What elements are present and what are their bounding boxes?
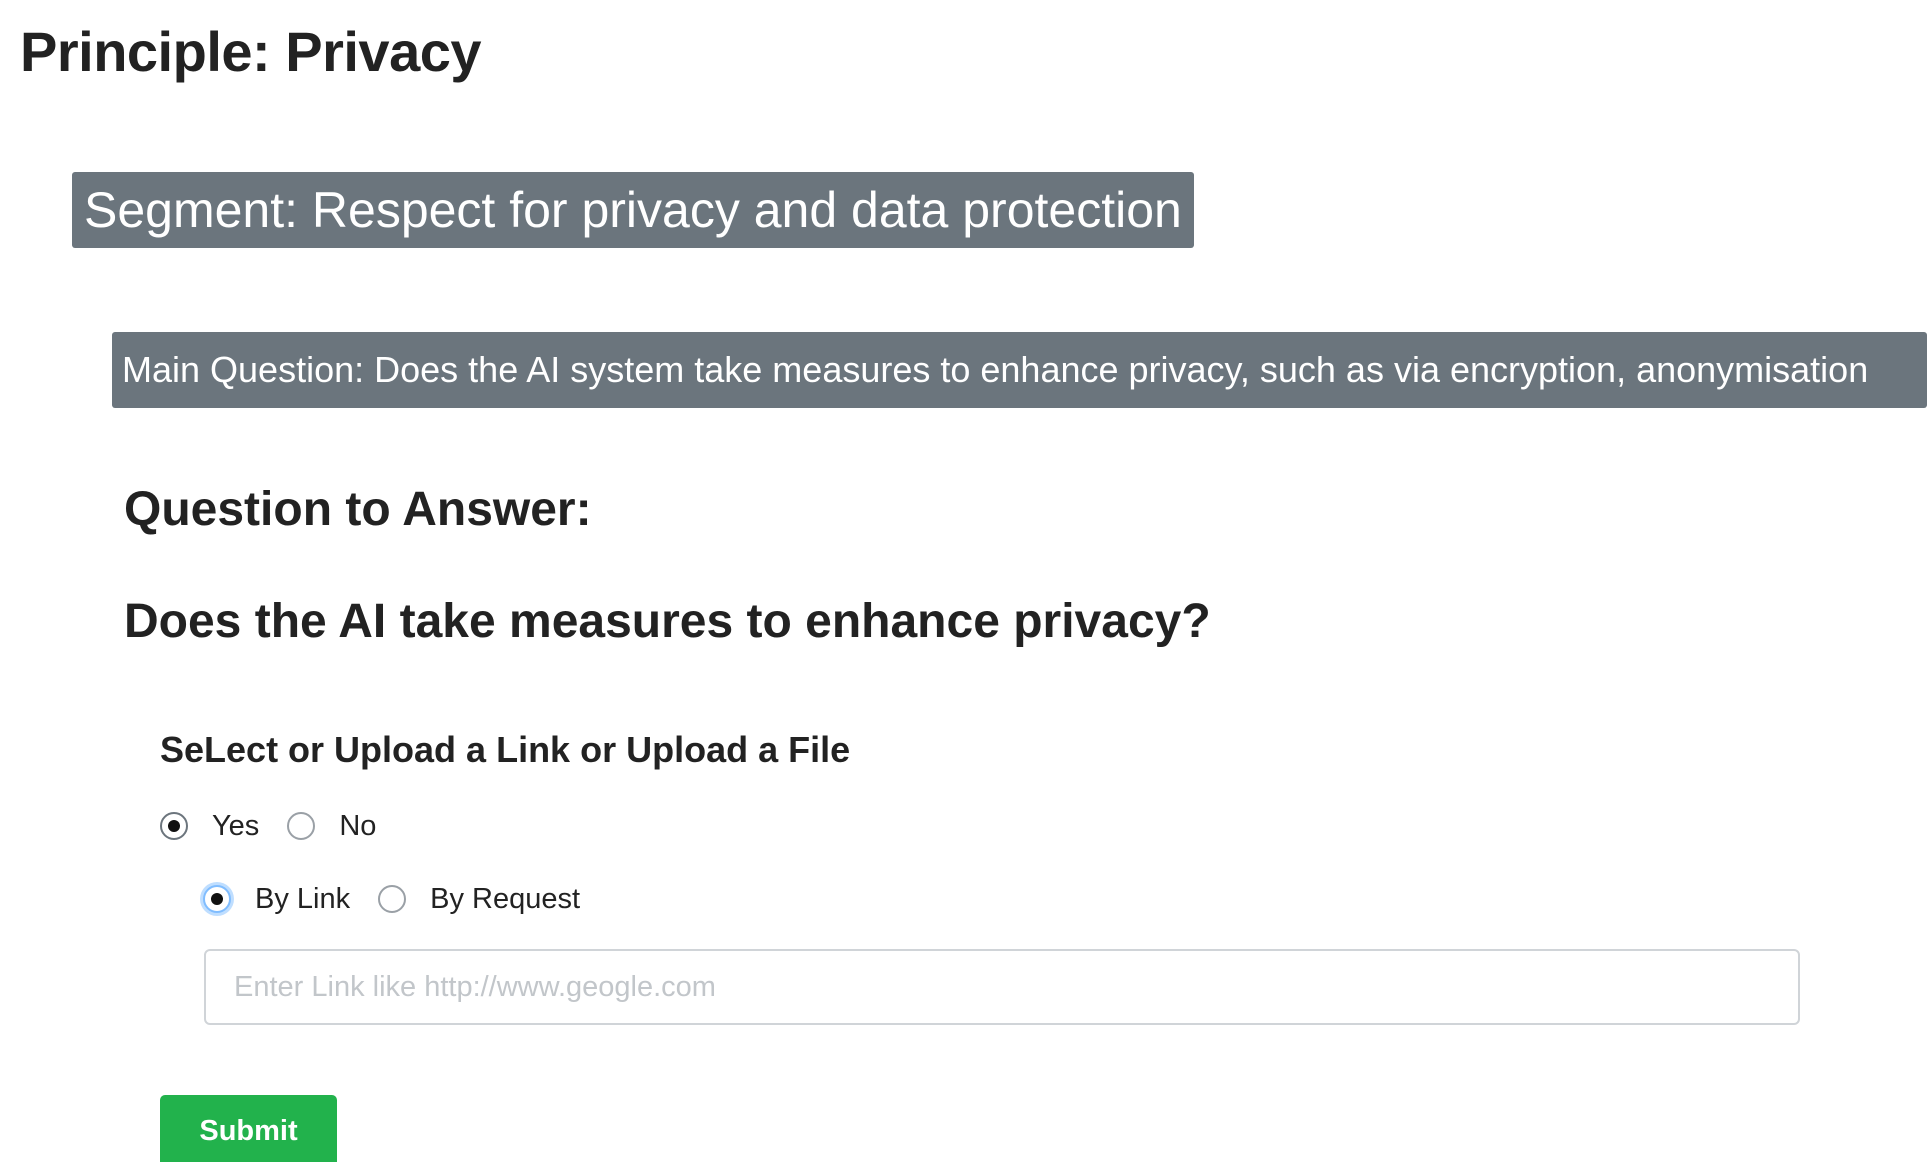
answer-radio-group: Yes No xyxy=(160,804,404,848)
radio-dot xyxy=(168,820,180,832)
method-radio-group: By Link By Request xyxy=(203,877,608,921)
upload-field-label: SeLect or Upload a Link or Upload a File xyxy=(160,729,851,770)
page-title: Principle: Privacy xyxy=(20,20,482,83)
segment-banner: Segment: Respect for privacy and data pr… xyxy=(72,172,1194,248)
radio-by-request-unchecked[interactable] xyxy=(378,885,407,913)
radio-label-by-request: By Request xyxy=(430,883,581,915)
submit-button[interactable]: Submit xyxy=(160,1095,337,1162)
main-question-banner: Main Question: Does the AI system take m… xyxy=(112,332,1927,408)
radio-option-no[interactable]: No xyxy=(287,804,376,848)
radio-by-link-checked[interactable] xyxy=(203,885,231,913)
radio-dot xyxy=(211,893,223,905)
question-to-answer-heading: Question to Answer: xyxy=(124,483,592,536)
radio-label-no: No xyxy=(339,810,377,842)
radio-option-yes[interactable]: Yes xyxy=(160,804,259,848)
radio-yes-checked[interactable] xyxy=(160,812,188,840)
radio-option-by-request[interactable]: By Request xyxy=(378,877,580,921)
radio-no-unchecked[interactable] xyxy=(287,812,316,840)
link-input[interactable] xyxy=(204,949,1800,1025)
radio-option-by-link[interactable]: By Link xyxy=(203,877,350,921)
question-text: Does the AI take measures to enhance pri… xyxy=(124,595,1211,648)
radio-label-yes: Yes xyxy=(212,810,260,842)
radio-label-by-link: By Link xyxy=(255,883,351,915)
